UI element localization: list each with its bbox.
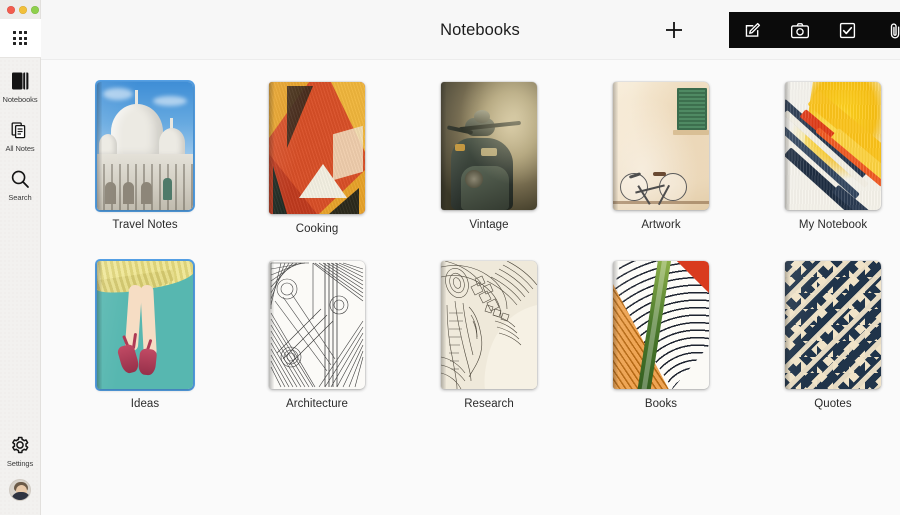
sidebar-item-label: Notebooks xyxy=(2,95,38,104)
paperclip-icon xyxy=(890,22,900,39)
notebook-cover-wrap[interactable] xyxy=(269,82,365,214)
camera-note-button[interactable] xyxy=(783,15,817,45)
notebook-label: Quotes xyxy=(814,398,852,410)
sidebar-item-search[interactable]: Search xyxy=(0,156,41,205)
notebook-label: My Notebook xyxy=(798,219,868,231)
notebook-thumbnail-artwork xyxy=(613,82,709,210)
notebook-cover[interactable] xyxy=(97,82,193,210)
notebook-item-vintage[interactable]: Vintage xyxy=(403,82,575,235)
notebook-item-quotes[interactable]: Quotes xyxy=(747,261,900,410)
documents-stack-icon xyxy=(9,119,31,141)
notebook-thumbnail-books xyxy=(613,261,709,389)
sidebar-item-label: Search xyxy=(8,193,32,202)
notebook-label: Ideas xyxy=(130,398,160,410)
user-avatar[interactable] xyxy=(9,479,31,501)
notebook-label: Cooking xyxy=(295,223,339,235)
attachment-note-button[interactable] xyxy=(878,15,900,45)
notebook-cover-wrap[interactable] xyxy=(613,82,709,210)
notebook-cover[interactable] xyxy=(441,261,537,389)
notebook-item-research[interactable]: Research xyxy=(403,261,575,410)
new-note-button[interactable] xyxy=(736,15,770,45)
notebook-cover-wrap[interactable] xyxy=(441,82,537,210)
top-bar: Notebooks xyxy=(41,0,900,60)
notebook-item-cooking[interactable]: Cooking xyxy=(231,82,403,235)
notebook-label: Vintage xyxy=(469,219,509,231)
magnifier-icon xyxy=(9,168,31,190)
sidebar-item-notebooks[interactable]: Notebooks xyxy=(0,58,41,107)
notebook-item-books[interactable]: Books xyxy=(575,261,747,410)
notebook-thumbnail-cooking xyxy=(269,82,365,214)
checklist-note-button[interactable] xyxy=(831,15,865,45)
notebook-cover-wrap[interactable] xyxy=(613,261,709,389)
notebook-item-artwork[interactable]: Artwork xyxy=(575,82,747,235)
sidebar: Notebooks All Notes Search Settings xyxy=(0,0,41,515)
close-button[interactable] xyxy=(7,5,15,14)
notebook-cover[interactable] xyxy=(441,82,537,210)
notebook-item-travel-notes[interactable]: Travel Notes xyxy=(59,82,231,235)
notebook-thumbnail-architecture xyxy=(269,261,365,389)
notebook-cover-wrap[interactable] xyxy=(97,82,193,210)
checkbox-icon xyxy=(840,22,856,38)
notebook-cover[interactable] xyxy=(97,261,193,389)
notebook-label: Architecture xyxy=(286,398,348,410)
camera-icon xyxy=(791,22,810,38)
grid-icon xyxy=(13,31,27,45)
notebook-cover-wrap[interactable] xyxy=(97,261,193,389)
gear-icon xyxy=(9,434,31,456)
sidebar-item-label: Settings xyxy=(6,459,34,468)
notebook-thumbnail-travel-notes xyxy=(97,82,193,210)
minimize-button[interactable] xyxy=(19,5,27,14)
notebook-label: Research xyxy=(464,398,514,410)
notebook-cover-wrap[interactable] xyxy=(785,261,881,389)
notebook-label: Books xyxy=(644,398,678,410)
avatar-body xyxy=(11,492,30,500)
sidebar-item-all-notes[interactable]: All Notes xyxy=(0,107,41,156)
notebook-icon xyxy=(9,70,31,92)
notebook-label: Travel Notes xyxy=(112,219,178,231)
notebook-item-my-notebook[interactable]: My Notebook xyxy=(747,82,900,235)
notebook-label: Artwork xyxy=(641,219,681,231)
sidebar-item-settings[interactable]: Settings xyxy=(0,422,41,471)
notebooks-grid: Travel Notes Cooking Vintage Artwork My … xyxy=(41,60,900,515)
zoom-button[interactable] xyxy=(31,5,39,14)
notebook-cover[interactable] xyxy=(785,82,881,210)
notebook-item-ideas[interactable]: Ideas xyxy=(59,261,231,410)
compose-icon xyxy=(746,22,761,37)
notebook-row: Travel Notes Cooking Vintage Artwork My … xyxy=(41,82,900,235)
app-window: Notebooks All Notes Search Settings Note… xyxy=(0,0,900,515)
notebook-thumbnail-my-notebook xyxy=(785,82,881,210)
notebook-cover[interactable] xyxy=(269,82,365,214)
notebook-cover[interactable] xyxy=(785,261,881,389)
window-controls xyxy=(0,0,40,19)
notebook-cover[interactable] xyxy=(613,82,709,210)
notebook-cover-wrap[interactable] xyxy=(785,82,881,210)
apps-grid-button[interactable] xyxy=(0,19,41,58)
note-type-toolbar xyxy=(729,12,900,48)
notebook-cover-wrap[interactable] xyxy=(269,261,365,389)
notebook-cover[interactable] xyxy=(613,261,709,389)
sidebar-item-label: All Notes xyxy=(5,144,35,153)
add-notebook-button[interactable] xyxy=(662,18,686,42)
notebook-item-architecture[interactable]: Architecture xyxy=(231,261,403,410)
main-area: Notebooks Travel Notes Cooking Vintage A… xyxy=(41,0,900,515)
notebook-thumbnail-ideas xyxy=(97,261,193,389)
notebook-cover-wrap[interactable] xyxy=(441,261,537,389)
notebook-thumbnail-research xyxy=(441,261,537,389)
notebook-cover[interactable] xyxy=(269,261,365,389)
notebook-thumbnail-vintage xyxy=(441,82,537,210)
notebook-thumbnail-quotes xyxy=(785,261,881,389)
notebook-row: Ideas Architecture Research Books Quotes xyxy=(41,261,900,410)
